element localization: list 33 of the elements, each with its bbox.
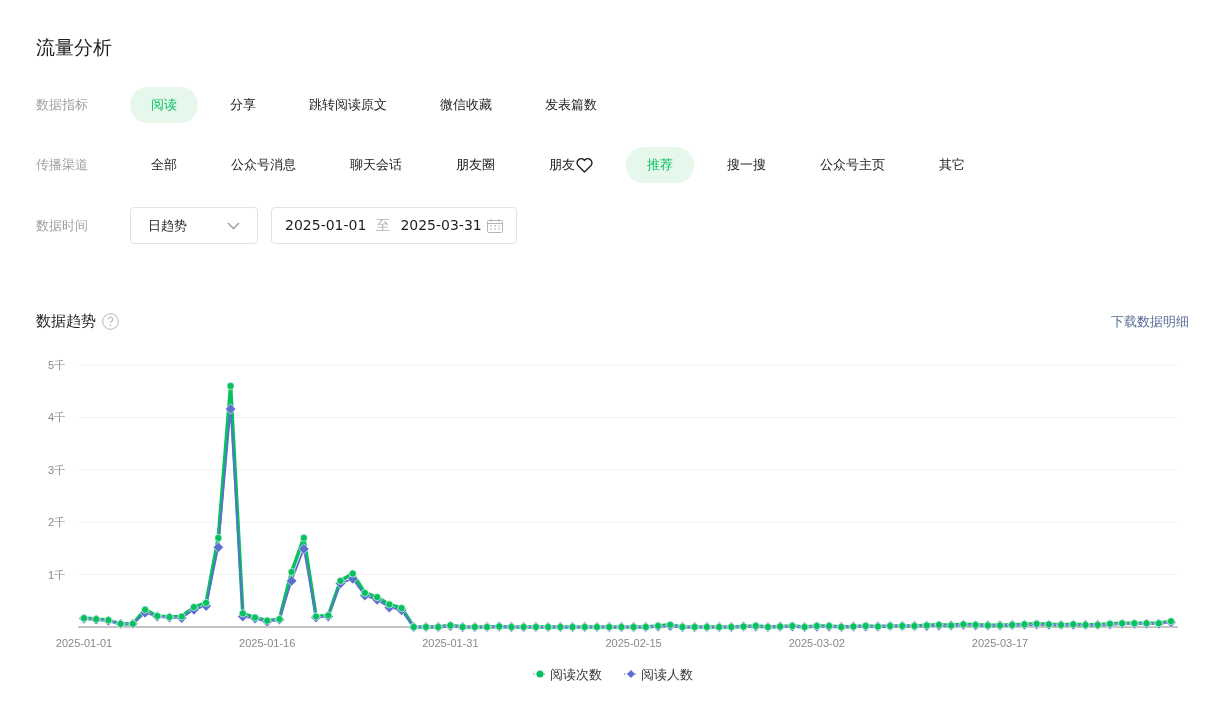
- legend-label[interactable]: 阅读人数: [640, 664, 693, 684]
- filter-label: 数据时间: [36, 216, 89, 235]
- x-axis-label: 2025-01-16: [239, 636, 296, 649]
- y-axis-label: 1千: [48, 568, 66, 581]
- filter-label: 传播渠道: [36, 156, 89, 175]
- x-axis-label: 2025-03-17: [971, 636, 1029, 649]
- x-axis-label: 2025-01-01: [55, 636, 113, 649]
- filter-option[interactable]: 搜一搜: [706, 147, 787, 183]
- filter-option[interactable]: 其它: [918, 147, 986, 183]
- filter-option[interactable]: 聊天会话: [329, 147, 423, 183]
- y-axis-label: 5千: [48, 358, 66, 371]
- filter-option[interactable]: 分享: [209, 87, 277, 123]
- x-axis-label: 2025-01-31: [422, 636, 479, 649]
- filter-option[interactable]: 跳转阅读原文: [288, 87, 408, 123]
- filter-option[interactable]: 全部: [130, 147, 198, 183]
- y-axis-label: 2千: [48, 515, 66, 528]
- filter-option[interactable]: 公众号主页: [799, 147, 906, 183]
- filter-option[interactable]: 公众号消息: [210, 147, 317, 183]
- y-axis-label: 4千: [48, 410, 66, 423]
- section-title: 数据趋势: [36, 311, 96, 332]
- x-axis-label: 2025-02-15: [605, 636, 662, 649]
- filter-label: 数据指标: [36, 96, 89, 115]
- filter-option[interactable]: 微信收藏: [419, 87, 513, 123]
- date-range-picker[interactable]: 2025-01-01 至 2025-03-31: [271, 207, 517, 244]
- page-title: 流量分析: [36, 35, 113, 60]
- granularity-dropdown[interactable]: 日趋势: [130, 207, 258, 244]
- y-axis-label: 3千: [48, 463, 66, 476]
- download-link[interactable]: 下载数据明细: [1111, 311, 1189, 331]
- filter-option[interactable]: 发表篇数: [524, 87, 618, 123]
- legend-label[interactable]: 阅读次数: [549, 664, 602, 684]
- x-axis-label: 2025-03-02: [788, 636, 845, 649]
- filter-option[interactable]: 朋友圈: [435, 147, 516, 183]
- filter-option[interactable]: 朋友: [528, 147, 614, 183]
